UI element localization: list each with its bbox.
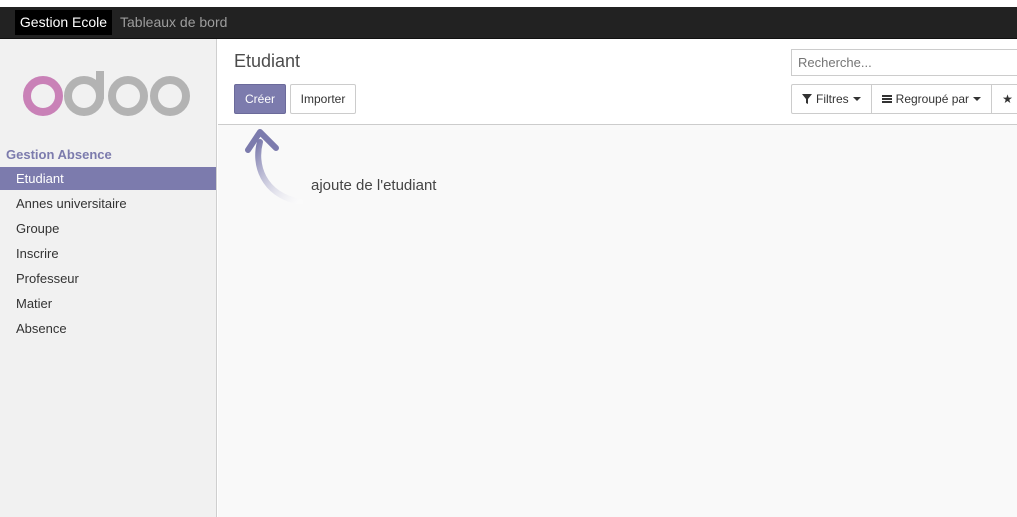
list-icon: [881, 95, 892, 103]
annotation-text: ajoute de l'etudiant: [311, 177, 437, 194]
odoo-logo[interactable]: [22, 71, 192, 126]
sidebar-item-absence[interactable]: Absence: [0, 317, 216, 340]
sidebar-item-matier[interactable]: Matier: [0, 292, 216, 315]
search-options: Filtres Regroupé par ★ F: [791, 84, 1017, 114]
curved-arrow-icon: [245, 129, 303, 204]
groupby-label: Regroupé par: [895, 92, 970, 106]
groupby-dropdown[interactable]: Regroupé par: [872, 85, 993, 113]
control-panel: Etudiant Créer Importer Filtres Regroupé…: [218, 39, 1017, 125]
sidebar-item-professeur[interactable]: Professeur: [0, 267, 216, 290]
sidebar-item-groupe[interactable]: Groupe: [0, 217, 216, 240]
filters-dropdown[interactable]: Filtres: [792, 85, 872, 113]
caret-down-icon: [973, 97, 982, 101]
section-title-gestion-absence: Gestion Absence: [6, 147, 112, 162]
caret-down-icon: [852, 97, 861, 101]
star-icon: ★: [1002, 92, 1013, 106]
filter-icon: [802, 94, 812, 104]
sidebar: Gestion Absence Etudiant Annes universit…: [0, 39, 217, 517]
sidebar-item-etudiant[interactable]: Etudiant: [0, 167, 216, 190]
create-button[interactable]: Créer: [234, 84, 286, 114]
sidebar-item-inscrire[interactable]: Inscrire: [0, 242, 216, 265]
favorites-dropdown[interactable]: ★ F: [992, 85, 1017, 113]
top-navbar: Gestion Ecole Tableaux de bord: [0, 0, 1017, 39]
main-content: Etudiant Créer Importer Filtres Regroupé…: [218, 39, 1017, 517]
import-button[interactable]: Importer: [290, 84, 356, 114]
app-switcher-gestion-ecole[interactable]: Gestion Ecole: [15, 10, 112, 35]
sidebar-item-annes-universitaire[interactable]: Annes universitaire: [0, 192, 216, 215]
breadcrumb: Etudiant: [234, 51, 301, 71]
menu-tableaux-de-bord[interactable]: Tableaux de bord: [120, 10, 227, 35]
search-input[interactable]: [791, 49, 1017, 76]
filters-label: Filtres: [816, 92, 849, 106]
